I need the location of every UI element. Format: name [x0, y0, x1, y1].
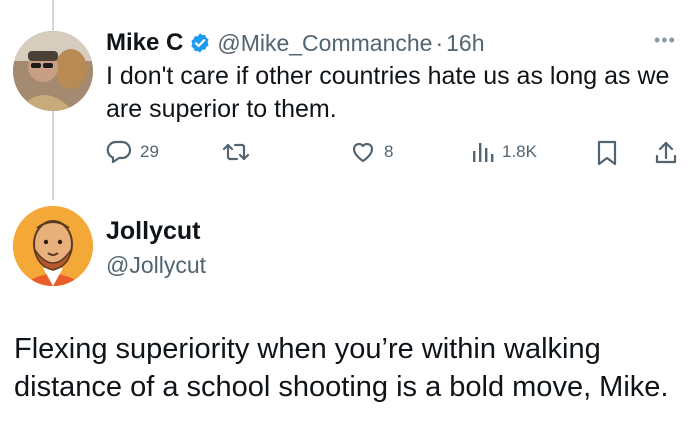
bookmark-icon [596, 140, 618, 166]
thread-line-connector [52, 98, 54, 200]
retweet-button[interactable] [222, 140, 258, 164]
reply-icon [106, 140, 132, 164]
user-handle[interactable]: @Jollycut [106, 252, 206, 279]
like-icon [350, 140, 376, 164]
verified-badge-icon [189, 32, 211, 54]
like-count: 8 [384, 142, 394, 161]
reply-button[interactable]: 29 [106, 140, 159, 164]
bookmark-button[interactable] [596, 140, 618, 166]
like-button[interactable]: 8 [350, 140, 393, 164]
display-name[interactable]: Jollycut [106, 217, 200, 246]
views-icon [470, 140, 494, 164]
retweet-icon [222, 140, 250, 164]
tweet-text: Flexing superiority when you’re within w… [14, 333, 669, 403]
views-count: 1.8K [502, 142, 537, 161]
more-icon[interactable]: ••• [654, 30, 676, 51]
timestamp[interactable]: 16h [446, 30, 484, 57]
share-icon [654, 140, 678, 166]
views-button[interactable]: 1.8K [470, 140, 537, 164]
action-bar: 29 8 1.8K [106, 140, 686, 170]
tweet-text: I don't care if other countries hate us … [106, 62, 670, 123]
thread-line-top [52, 0, 54, 31]
display-name[interactable]: Mike C [106, 29, 183, 57]
reply-count: 29 [140, 142, 159, 161]
separator-dot: · [435, 29, 444, 56]
tweet-header: Mike C @Mike_Commanche · 16h [106, 26, 485, 60]
user-handle[interactable]: @Mike_Commanche [217, 30, 432, 57]
avatar-mike[interactable] [13, 31, 93, 111]
avatar-jollycut[interactable] [13, 206, 93, 286]
share-button[interactable] [654, 140, 678, 166]
